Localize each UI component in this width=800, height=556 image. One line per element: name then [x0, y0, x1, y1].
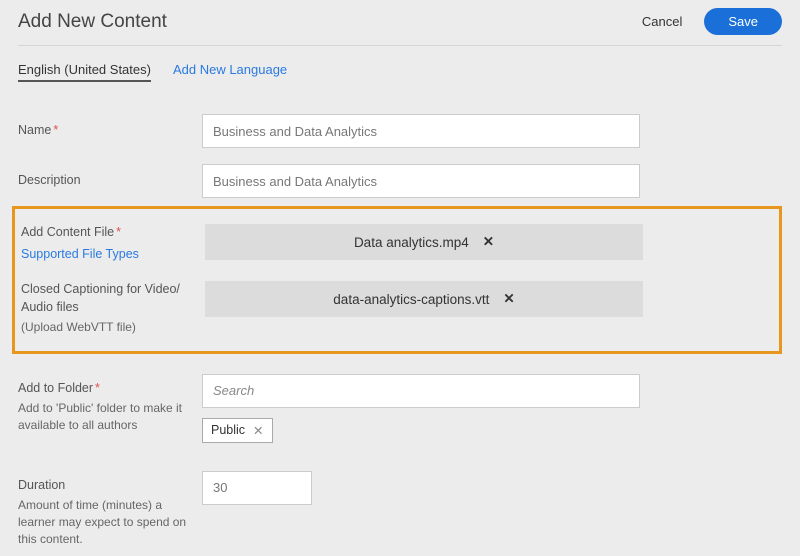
content-file-name: Data analytics.mp4 [354, 235, 469, 250]
label-folder-hint: Add to 'Public' folder to make it availa… [18, 400, 202, 434]
duration-input[interactable] [202, 471, 312, 505]
row-captions-file: Closed Captioning for Video/ Audio files… [15, 272, 773, 345]
label-name: Name* [18, 122, 202, 140]
label-captions-hint: (Upload WebVTT file) [21, 319, 205, 336]
label-content-file-text: Add Content File [21, 225, 114, 239]
file-upload-highlight: Add Content File* Supported File Types D… [12, 206, 782, 354]
row-folder: Add to Folder* Add to 'Public' folder to… [18, 366, 782, 451]
save-button[interactable]: Save [704, 8, 782, 35]
supported-file-types-link[interactable]: Supported File Types [21, 246, 205, 264]
remove-folder-tag-icon[interactable]: ✕ [253, 423, 263, 438]
dialog-header: Add New Content Cancel Save [18, 0, 782, 46]
row-duration: Duration Amount of time (minutes) a lear… [18, 463, 782, 556]
page-title: Add New Content [18, 11, 167, 33]
label-name-text: Name [18, 123, 51, 137]
name-input[interactable] [202, 114, 640, 148]
captions-file-chip[interactable]: data-analytics-captions.vtt ✕ [205, 281, 643, 317]
language-tabs: English (United States) Add New Language [18, 62, 782, 82]
required-indicator: * [95, 381, 100, 395]
label-folder: Add to Folder* Add to 'Public' folder to… [18, 374, 202, 434]
remove-captions-file-icon[interactable]: ✕ [503, 291, 514, 307]
label-content-file: Add Content File* Supported File Types [15, 224, 205, 263]
label-duration-hint: Amount of time (minutes) a learner may e… [18, 497, 202, 547]
add-language-link[interactable]: Add New Language [173, 62, 287, 82]
row-name: Name* [18, 106, 782, 156]
content-file-chip[interactable]: Data analytics.mp4 ✕ [205, 224, 643, 260]
remove-content-file-icon[interactable]: ✕ [483, 234, 494, 250]
folder-tag-label: Public [211, 423, 245, 437]
required-indicator: * [53, 123, 58, 137]
cancel-button[interactable]: Cancel [642, 14, 682, 29]
description-input[interactable] [202, 164, 640, 198]
tab-language-english[interactable]: English (United States) [18, 62, 151, 82]
row-content-file: Add Content File* Supported File Types D… [15, 215, 773, 272]
label-description: Description [18, 172, 202, 190]
label-captions-text: Closed Captioning for Video/ Audio files [21, 282, 180, 314]
label-folder-text: Add to Folder [18, 381, 93, 395]
folder-search-input[interactable] [202, 374, 640, 408]
label-duration-text: Duration [18, 478, 65, 492]
captions-file-name: data-analytics-captions.vtt [333, 292, 489, 307]
label-captions: Closed Captioning for Video/ Audio files… [15, 281, 205, 336]
row-description: Description [18, 156, 782, 206]
required-indicator: * [116, 225, 121, 239]
label-duration: Duration Amount of time (minutes) a lear… [18, 471, 202, 548]
folder-tag-public[interactable]: Public ✕ [202, 418, 273, 443]
